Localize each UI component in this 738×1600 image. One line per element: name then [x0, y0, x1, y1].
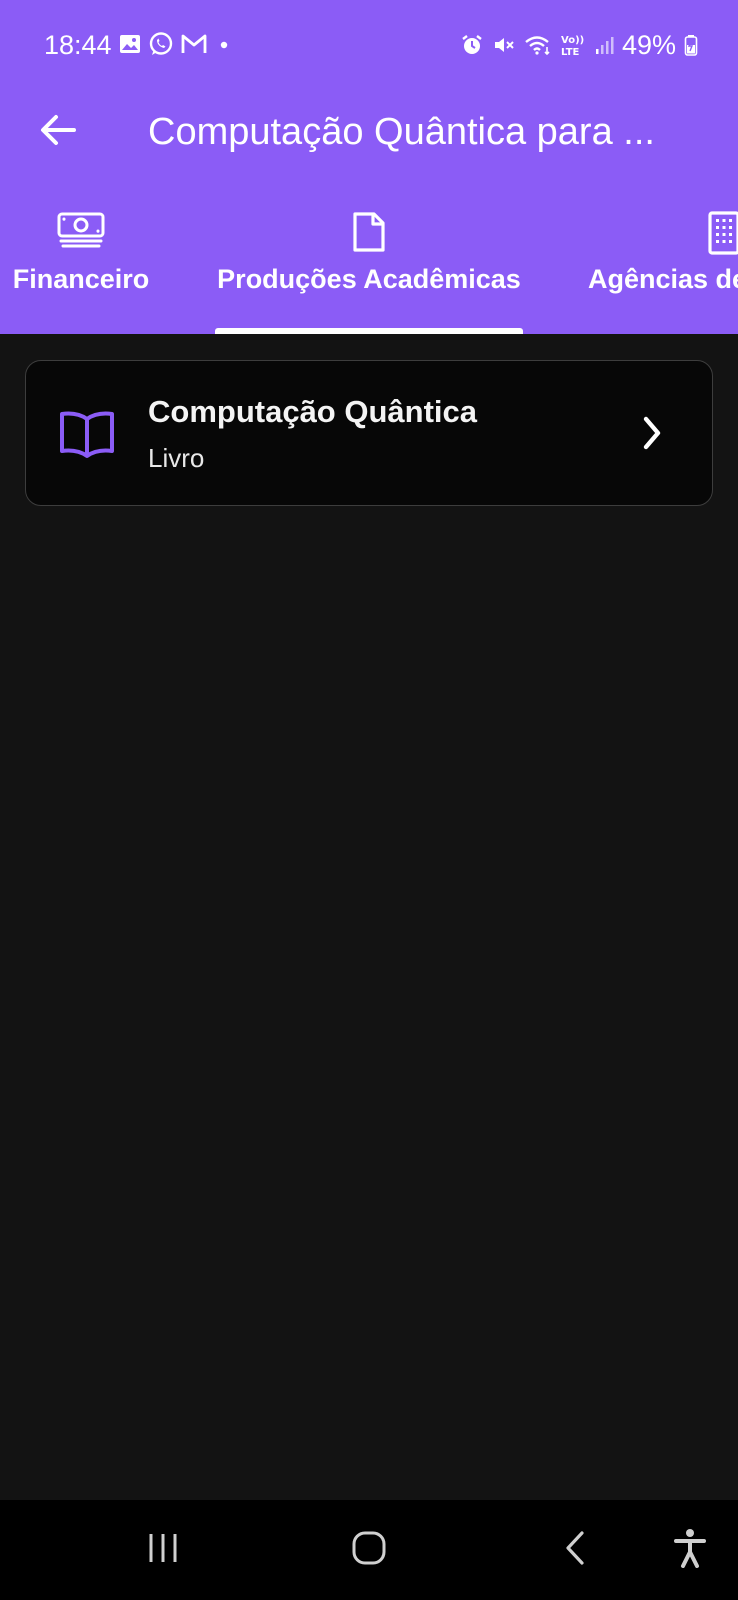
content-area: Computação Quântica Livro — [0, 334, 738, 1500]
svg-text:Vo)): Vo)) — [561, 35, 584, 46]
item-subtitle: Livro — [148, 443, 205, 473]
back-icon — [562, 1529, 590, 1572]
tab-label: Produções Acadêmicas — [217, 264, 521, 294]
accessibility-icon — [673, 1528, 707, 1573]
list-item[interactable]: Computação Quântica Livro — [25, 360, 713, 506]
book-icon — [58, 407, 116, 466]
tab-agencias[interactable]: Agências de — [582, 200, 738, 334]
money-icon — [56, 210, 106, 255]
accessibility-button[interactable] — [640, 1500, 738, 1600]
mute-icon — [492, 33, 516, 57]
status-bar: 18:44 Vo)) LTE 49% — [0, 0, 738, 90]
tab-label: Financeiro — [12, 264, 150, 294]
wifi-icon — [524, 33, 552, 57]
document-icon — [349, 210, 389, 259]
volte-icon: Vo)) LTE — [560, 32, 586, 58]
svg-text:LTE: LTE — [561, 47, 580, 58]
system-back-button[interactable] — [526, 1500, 626, 1600]
notification-icons — [118, 31, 234, 57]
tab-label: Agências de — [588, 264, 738, 294]
arrow-left-icon — [38, 110, 78, 155]
page-title: Computação Quântica para ... — [148, 111, 655, 153]
status-time: 18:44 — [44, 30, 112, 60]
chevron-right-icon — [638, 413, 666, 458]
item-title: Computação Quântica — [148, 394, 477, 429]
home-button[interactable] — [319, 1500, 419, 1600]
home-icon — [351, 1530, 387, 1571]
recent-apps-icon — [145, 1531, 181, 1570]
signal-icon — [594, 33, 614, 57]
screen: 18:44 Vo)) LTE 49% Computação Quântica p… — [0, 0, 738, 1600]
alarm-icon — [460, 33, 484, 57]
tab-producoes-academicas[interactable]: Produções Acadêmicas — [206, 200, 532, 334]
system-status-icons: Vo)) LTE 49% — [460, 28, 698, 62]
battery-percent: 49% — [621, 30, 676, 60]
tab-bar: Financeiro Produções Acadêmicas Agências… — [0, 200, 738, 334]
building-icon — [707, 210, 738, 261]
gmail-icon — [180, 32, 208, 56]
back-button[interactable] — [30, 104, 86, 160]
battery-icon — [684, 33, 698, 57]
tab-financeiro[interactable]: Financeiro — [0, 200, 162, 334]
app-bar: Computação Quântica para ... — [0, 90, 738, 190]
dot-icon — [214, 34, 234, 54]
system-nav-bar — [0, 1500, 738, 1600]
recent-apps-button[interactable] — [113, 1500, 213, 1600]
gallery-icon — [118, 32, 142, 56]
whatsapp-icon — [148, 31, 174, 57]
app-header: 18:44 Vo)) LTE 49% Computação Quântica p… — [0, 0, 738, 334]
